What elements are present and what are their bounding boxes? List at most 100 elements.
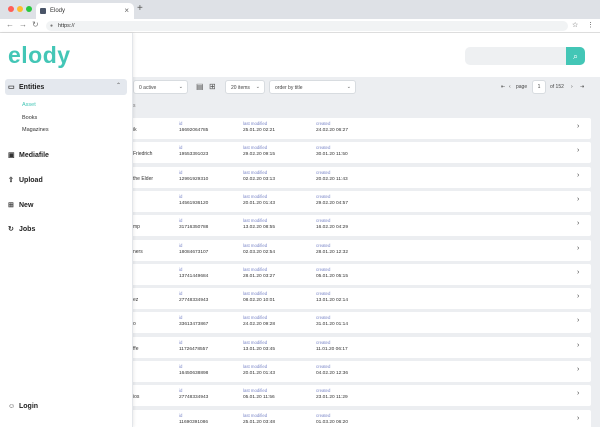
id-value: 27748334943: [179, 395, 209, 401]
user-icon: ☺: [8, 403, 16, 410]
reload-icon[interactable]: ↻: [32, 20, 39, 29]
chevron-right-icon[interactable]: ›: [577, 317, 579, 324]
browser-tab[interactable]: Elody ×: [36, 3, 134, 19]
mediafile-label: Mediafile: [19, 152, 49, 159]
sidebar-subitem-books[interactable]: Books: [22, 115, 37, 121]
id-value: 19553391023: [179, 152, 209, 158]
url-text: https://: [58, 23, 75, 29]
sidebar-subitem-asset[interactable]: Asset: [22, 102, 36, 108]
window-close-button[interactable]: [8, 6, 14, 12]
back-icon[interactable]: ←: [6, 20, 14, 29]
close-icon[interactable]: ×: [124, 6, 129, 15]
created-label: created: [316, 388, 331, 394]
order-by-dropdown[interactable]: order by title ⌄: [269, 80, 356, 94]
search-input[interactable]: [469, 50, 564, 62]
last-page-icon[interactable]: ⇥: [580, 84, 584, 90]
last-modified-value: 13.01.20 03:45: [243, 346, 276, 352]
id-label: id: [179, 242, 183, 248]
sidebar-item-jobs[interactable]: ↻ Jobs: [8, 225, 35, 233]
chevron-right-icon[interactable]: ›: [577, 293, 579, 300]
active-filters-dropdown[interactable]: 0 active ⌄: [133, 80, 188, 94]
id-label: id: [179, 364, 183, 369]
last-modified-value: 28.01.20 03:27: [243, 273, 276, 279]
page-number-input[interactable]: 1: [532, 80, 546, 94]
last-modified-value: 20.01.20 01:43: [243, 371, 276, 376]
chevron-right-icon[interactable]: ›: [577, 123, 579, 130]
id-value: 33613473867: [179, 322, 209, 328]
id-label: id: [179, 145, 183, 151]
chevron-right-icon[interactable]: ›: [577, 342, 579, 349]
search-box: ⌕: [465, 47, 585, 65]
previous-page-icon[interactable]: ‹: [509, 84, 511, 90]
lock-icon: ●: [50, 23, 54, 29]
chevron-right-icon[interactable]: ›: [577, 172, 579, 179]
browser-menu-icon[interactable]: ⋮: [587, 21, 594, 29]
created-value: 16.02.20 04:29: [316, 225, 349, 231]
id-value: 13741449684: [179, 273, 209, 279]
chevron-right-icon[interactable]: ›: [577, 366, 579, 373]
created-value: 04.02.20 12:36: [316, 371, 349, 376]
created-label: created: [316, 339, 331, 345]
created-label: created: [316, 315, 331, 321]
created-label: created: [316, 145, 331, 151]
forward-icon[interactable]: →: [19, 20, 27, 29]
page-count: of 152: [550, 84, 564, 90]
id-label: id: [179, 315, 183, 321]
first-page-icon[interactable]: ⇤: [501, 84, 505, 90]
chevron-up-icon[interactable]: ⌃: [116, 82, 121, 89]
chevron-right-icon[interactable]: ›: [577, 245, 579, 252]
created-value: 13.01.20 02:14: [316, 298, 349, 304]
table-view-icon[interactable]: ▤: [196, 82, 204, 91]
tab-title: Elody: [50, 8, 66, 14]
address-bar[interactable]: ● https://: [46, 21, 568, 31]
sidebar-item-login[interactable]: ☺ Login: [8, 403, 38, 410]
chevron-right-icon[interactable]: ›: [577, 415, 579, 422]
last-modified-label: last modified: [243, 242, 268, 248]
next-page-icon[interactable]: ›: [571, 84, 573, 90]
created-value: 23.01.20 11:29: [316, 395, 348, 401]
last-modified-value: 05.01.20 11:56: [243, 395, 275, 401]
chevron-right-icon[interactable]: ›: [577, 147, 579, 154]
chevron-right-icon[interactable]: ›: [577, 269, 579, 276]
sidebar-subitem-magazines[interactable]: Magazines: [22, 127, 49, 133]
last-modified-value: 20.01.20 01:43: [243, 200, 276, 206]
sidebar-item-entities-label[interactable]: ▭ Entities: [8, 83, 44, 91]
id-value: 11690391086: [179, 419, 208, 425]
id-value: 16692064785: [179, 128, 209, 133]
id-value: 11726478557: [179, 346, 208, 352]
created-label: created: [316, 169, 331, 175]
last-modified-label: last modified: [243, 364, 268, 369]
id-value: 27748334943: [179, 298, 209, 304]
last-modified-value: 25.01.20 02:21: [243, 128, 276, 133]
last-modified-label: last modified: [243, 121, 268, 126]
row-title: ners: [133, 248, 143, 255]
row-title: ffe: [133, 345, 139, 352]
created-label: created: [316, 266, 331, 272]
bookmark-star-icon[interactable]: ☆: [572, 21, 578, 29]
id-value: 31716350788: [179, 225, 209, 231]
row-title: Friedrich: [133, 151, 153, 158]
sidebar-item-upload[interactable]: ⇧ Upload: [8, 176, 43, 184]
chevron-right-icon[interactable]: ›: [577, 220, 579, 227]
id-value: 14561936120: [179, 200, 209, 206]
last-modified-label: last modified: [243, 193, 268, 199]
window-maximize-button[interactable]: [26, 6, 32, 12]
upload-icon: ⇧: [8, 177, 14, 184]
id-value: 18084673107: [179, 249, 209, 255]
chevron-right-icon[interactable]: ›: [577, 196, 579, 203]
items-per-page-dropdown[interactable]: 20 items ⌄: [225, 80, 265, 94]
search-icon[interactable]: ⌕: [566, 47, 585, 65]
row-title: ik: [133, 127, 137, 133]
sidebar-item-mediafile[interactable]: ▣ Mediafile: [8, 151, 49, 159]
entities-icon: ▭: [8, 84, 15, 91]
last-modified-label: last modified: [243, 169, 268, 175]
last-modified-label: last modified: [243, 388, 268, 394]
last-modified-value: 29.02.20 09:15: [243, 152, 276, 158]
logo: elody: [8, 42, 71, 68]
sidebar-item-new[interactable]: ⊞ New: [8, 201, 33, 209]
chevron-right-icon[interactable]: ›: [577, 390, 579, 397]
new-tab-button[interactable]: +: [137, 3, 143, 14]
grid-view-icon[interactable]: ⊞: [209, 82, 216, 91]
id-label: id: [179, 412, 183, 418]
window-minimize-button[interactable]: [17, 6, 23, 12]
